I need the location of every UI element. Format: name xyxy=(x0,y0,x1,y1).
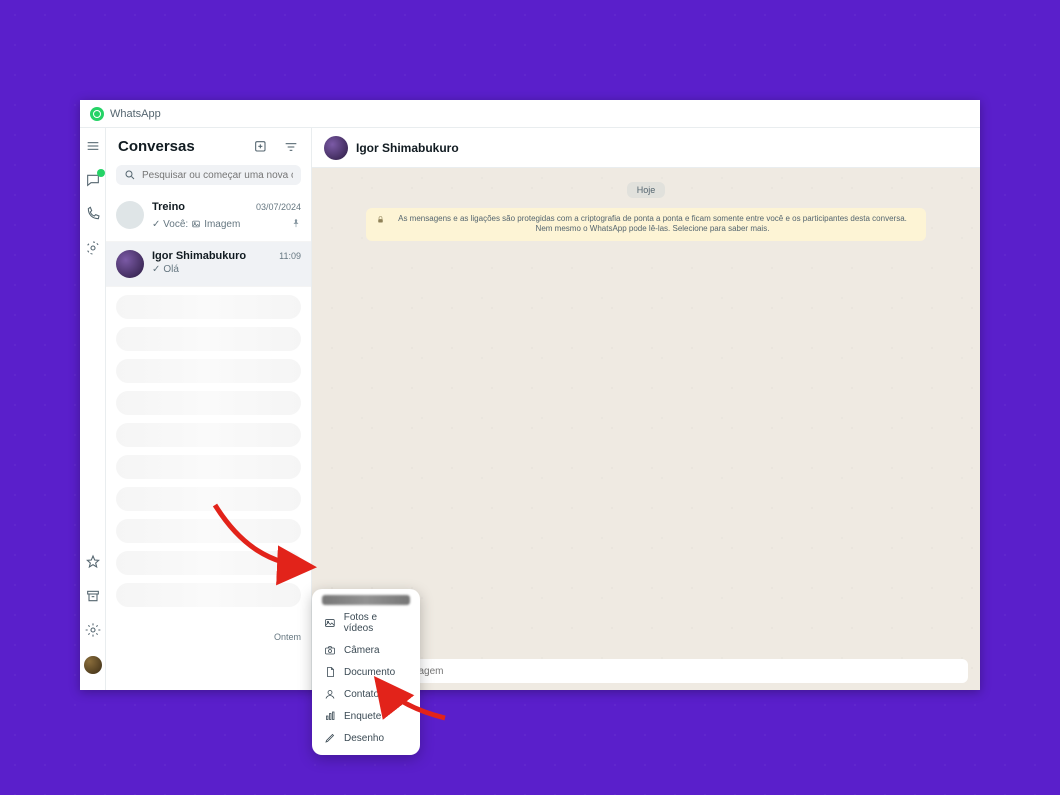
conversation-time: 11:09 xyxy=(279,251,301,261)
calls-icon[interactable] xyxy=(85,206,101,222)
conversation-name: Treino xyxy=(152,201,185,213)
avatar xyxy=(324,136,348,160)
pin-icon xyxy=(291,215,301,233)
nav-rail xyxy=(80,128,106,690)
search-input[interactable] xyxy=(142,170,293,181)
conversation-placeholder xyxy=(116,359,301,383)
conversation-placeholder xyxy=(116,295,301,319)
poll-icon xyxy=(324,710,336,722)
window-titlebar: WhatsApp xyxy=(80,100,980,128)
conversation-preview: ✓ Você: Imagem xyxy=(152,219,240,230)
attach-menu: Fotos e vídeos Câmera Documento Contato … xyxy=(312,589,420,755)
conversation-placeholder xyxy=(116,583,301,607)
conversations-panel: Conversas xyxy=(106,128,312,690)
starred-icon[interactable] xyxy=(85,554,101,570)
status-icon[interactable] xyxy=(85,240,101,256)
camera-icon xyxy=(324,644,336,656)
chat-header-name: Igor Shimabukuro xyxy=(356,141,459,155)
conversation-time: 03/07/2024 xyxy=(256,202,301,212)
filter-icon[interactable] xyxy=(283,139,299,155)
whatsapp-logo-icon xyxy=(90,107,104,121)
whatsapp-window: WhatsApp xyxy=(80,100,980,690)
conversations-title: Conversas xyxy=(118,138,195,155)
attach-drawing[interactable]: Desenho xyxy=(312,727,420,749)
archive-icon[interactable] xyxy=(85,588,101,604)
app-title: WhatsApp xyxy=(110,108,161,120)
document-icon xyxy=(324,666,336,678)
attach-poll[interactable]: Enquete xyxy=(312,705,420,727)
conversation-placeholder xyxy=(116,423,301,447)
image-icon xyxy=(191,219,201,229)
chat-body: Hoje As mensagens e as ligações são prot… xyxy=(312,168,980,652)
conversation-placeholder xyxy=(116,551,301,575)
pencil-icon xyxy=(324,732,336,744)
profile-avatar[interactable] xyxy=(84,656,102,674)
message-input[interactable] xyxy=(384,659,968,683)
list-date-label: Ontem xyxy=(274,632,301,642)
search-icon xyxy=(124,169,136,181)
search-box[interactable] xyxy=(116,165,301,185)
new-chat-icon[interactable] xyxy=(253,139,269,155)
attach-camera[interactable]: Câmera xyxy=(312,639,420,661)
conversation-placeholder xyxy=(116,455,301,479)
conversation-name: Igor Shimabukuro xyxy=(152,250,246,262)
avatar xyxy=(116,250,144,278)
conversation-list: Treino 03/07/2024 ✓ Você: Imagem xyxy=(106,193,311,690)
chats-icon[interactable] xyxy=(85,172,101,188)
conversation-placeholder xyxy=(116,327,301,351)
attach-photos-videos[interactable]: Fotos e vídeos xyxy=(312,607,420,639)
lock-icon xyxy=(376,215,385,224)
attach-document[interactable]: Documento xyxy=(312,661,420,683)
date-chip: Hoje xyxy=(627,182,666,198)
encryption-notice[interactable]: As mensagens e as ligações são protegida… xyxy=(366,208,926,241)
conversation-placeholder xyxy=(116,487,301,511)
contact-icon xyxy=(324,688,336,700)
menu-icon[interactable] xyxy=(85,138,101,154)
attach-contact[interactable]: Contato xyxy=(312,683,420,705)
conversation-placeholder xyxy=(116,519,301,543)
conversation-item[interactable]: Igor Shimabukuro 11:09 ✓ Olá xyxy=(106,242,311,287)
conversation-placeholder xyxy=(116,391,301,415)
chat-header[interactable]: Igor Shimabukuro xyxy=(312,128,980,168)
settings-icon[interactable] xyxy=(85,622,101,638)
avatar xyxy=(116,201,144,229)
conversation-item[interactable]: Treino 03/07/2024 ✓ Você: Imagem xyxy=(106,193,311,242)
image-icon xyxy=(324,617,336,629)
conversation-preview: ✓ Olá xyxy=(152,264,179,275)
